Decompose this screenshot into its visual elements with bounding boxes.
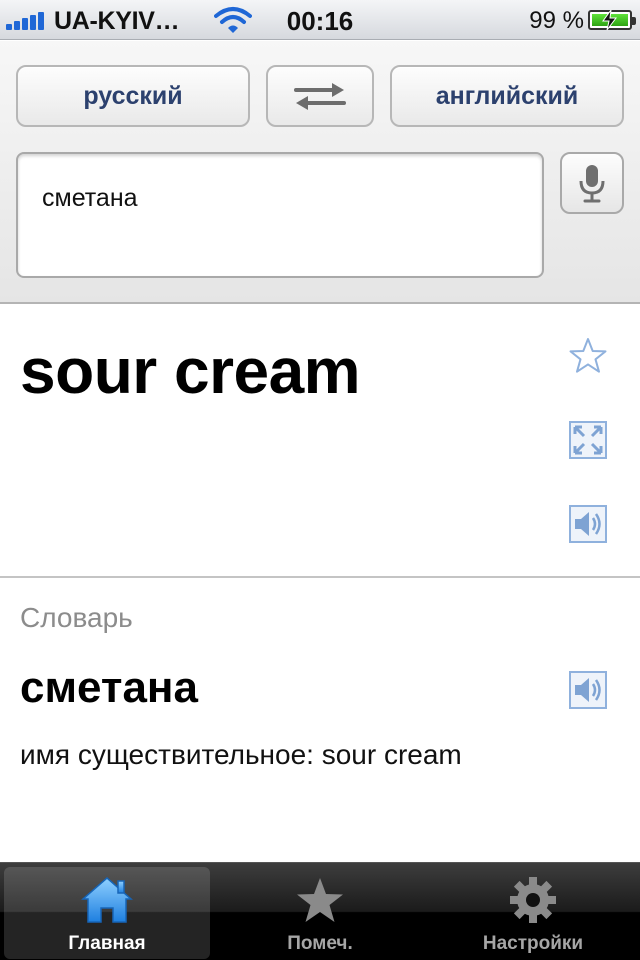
dictionary-definition: имя существительное: sour cream <box>20 739 462 770</box>
speaker-icon[interactable] <box>568 504 608 544</box>
source-text-value: сметана <box>42 184 138 212</box>
gear-icon <box>510 877 556 923</box>
voice-input-button[interactable] <box>560 152 624 214</box>
swap-arrows-icon <box>294 83 346 110</box>
swap-languages-button[interactable] <box>266 65 374 127</box>
battery-icon <box>588 9 636 31</box>
dictionary-header: Словарь <box>20 602 133 633</box>
star-icon <box>297 878 343 922</box>
source-language-button[interactable]: русский <box>16 65 250 127</box>
source-language-label: русский <box>83 81 183 110</box>
star-icon[interactable] <box>568 336 608 376</box>
target-language-button[interactable]: английский <box>390 65 624 127</box>
translate-controls: русский английский сметана <box>0 41 640 304</box>
speaker-icon[interactable] <box>568 670 608 710</box>
home-icon <box>81 877 133 923</box>
source-text-input[interactable]: сметана <box>16 152 544 278</box>
tab-home-label: Главная <box>68 933 146 954</box>
status-bar: UA-KYIV… 00:16 99 % <box>0 0 640 40</box>
section-divider <box>0 576 640 578</box>
microphone-icon <box>579 165 605 203</box>
tab-starred-label: Помеч. <box>287 933 353 954</box>
translation-result: sour cream <box>20 335 361 407</box>
target-language-label: английский <box>435 81 579 110</box>
tab-bar: Главная Помеч. Настройки <box>0 862 640 960</box>
tab-home[interactable]: Главная <box>4 867 210 959</box>
charging-bolt-icon <box>602 9 617 31</box>
battery-percentage: 99 % <box>529 7 584 34</box>
tab-settings[interactable]: Настройки <box>430 867 636 959</box>
tab-settings-label: Настройки <box>482 933 584 954</box>
fullscreen-icon[interactable] <box>568 420 608 460</box>
dictionary-word: сметана <box>20 663 198 712</box>
tab-starred[interactable]: Помеч. <box>217 867 423 959</box>
